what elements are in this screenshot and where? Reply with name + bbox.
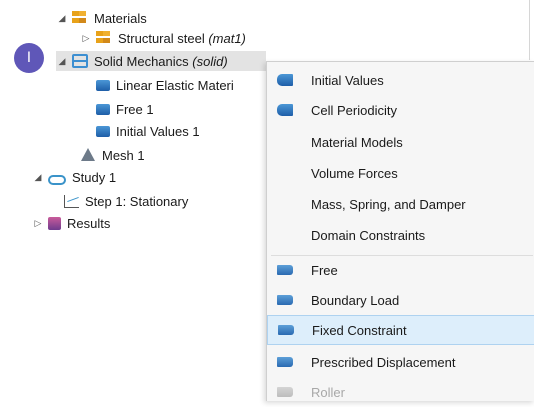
menu-item-domain-constraints[interactable]: Domain Constraints	[267, 220, 534, 250]
boundary-feature-icon	[277, 295, 293, 305]
collapse-arrow-icon[interactable]: ◢	[56, 13, 68, 24]
menu-item-initial-values[interactable]: Initial Values	[267, 65, 534, 95]
tree-node-label: Linear Elastic Materi	[116, 77, 234, 93]
materials-icon	[72, 11, 88, 25]
tree-node-results[interactable]: ▷ Results	[32, 213, 111, 233]
tree-node-linear-elastic[interactable]: Linear Elastic Materi	[96, 75, 234, 95]
menu-item-label: Prescribed Displacement	[311, 354, 456, 370]
menu-item-volume-forces[interactable]: Volume Forces	[267, 158, 534, 188]
collapse-arrow-icon[interactable]: ◢	[56, 56, 68, 67]
panel-divider	[529, 0, 530, 60]
menu-item-label: Domain Constraints	[311, 227, 426, 243]
tree-node-mesh[interactable]: Mesh 1	[80, 145, 145, 165]
tree-node-free[interactable]: Free 1	[96, 99, 154, 119]
menu-item-label: Material Models	[311, 134, 403, 150]
boundary-feature-icon	[277, 265, 293, 275]
collapse-arrow-icon[interactable]: ◢	[32, 172, 44, 183]
menu-item-label: Boundary Load	[311, 292, 400, 308]
tree-node-initial-values[interactable]: Initial Values 1	[96, 121, 200, 141]
expand-arrow-icon[interactable]: ▷	[80, 33, 92, 44]
tree-node-solid-mechanics[interactable]: ◢ Solid Mechanics (solid)	[56, 51, 266, 71]
physics-feature-icon	[96, 103, 110, 115]
menu-item-prescribed-displacement[interactable]: Prescribed Displacement	[267, 347, 534, 377]
menu-item-label: Free	[311, 262, 338, 278]
menu-item-cell-periodicity[interactable]: Cell Periodicity	[267, 95, 534, 125]
domain-feature-icon	[277, 74, 293, 86]
step-marker-badge: I	[14, 43, 44, 73]
tree-node-label: Solid Mechanics	[94, 53, 189, 69]
menu-item-material-models[interactable]: Material Models	[267, 127, 534, 157]
physics-feature-icon	[96, 79, 110, 91]
tree-node-label: Initial Values 1	[116, 123, 200, 139]
menu-item-mass-spring-damper[interactable]: Mass, Spring, and Damper	[267, 189, 534, 219]
menu-item-label: Roller	[311, 384, 345, 400]
material-icon	[96, 31, 112, 45]
context-menu: Initial Values Cell Periodicity Material…	[266, 61, 534, 401]
boundary-feature-icon	[277, 357, 293, 367]
menu-item-free[interactable]: Free	[267, 255, 534, 285]
boundary-feature-icon	[278, 325, 294, 335]
menu-item-label: Fixed Constraint	[312, 322, 407, 338]
results-icon	[48, 216, 61, 230]
menu-item-fixed-constraint[interactable]: Fixed Constraint	[267, 315, 534, 345]
tree-node-structural-steel[interactable]: ▷ Structural steel (mat1)	[80, 28, 246, 48]
study-icon	[48, 175, 66, 185]
solid-mechanics-icon	[72, 54, 88, 68]
tree-node-label: Study 1	[72, 169, 117, 185]
mesh-icon	[80, 148, 96, 162]
tree-node-step[interactable]: Step 1: Stationary	[64, 191, 188, 211]
domain-feature-icon	[277, 104, 293, 116]
menu-item-boundary-load[interactable]: Boundary Load	[267, 285, 534, 315]
tree-node-label: Step 1: Stationary	[85, 193, 189, 209]
tree-node-label: Results	[67, 215, 111, 231]
tree-node-label: Free 1	[116, 101, 154, 117]
menu-item-label: Mass, Spring, and Damper	[311, 196, 466, 212]
tree-node-label: Mesh 1	[102, 147, 145, 163]
tree-node-tag: (solid)	[192, 53, 228, 69]
expand-arrow-icon[interactable]: ▷	[32, 218, 44, 229]
boundary-feature-icon	[277, 387, 293, 397]
tree-node-tag: (mat1)	[208, 30, 246, 46]
tree-node-label: Structural steel	[118, 30, 205, 46]
tree-node-materials[interactable]: ◢ Materials	[56, 8, 147, 28]
physics-feature-icon	[96, 125, 110, 137]
tree-node-study[interactable]: ◢ Study 1	[32, 167, 116, 187]
menu-item-label: Cell Periodicity	[311, 102, 397, 118]
tree-node-label: Materials	[94, 10, 147, 26]
menu-item-roller: Roller	[267, 377, 534, 407]
menu-item-label: Initial Values	[311, 72, 384, 88]
menu-item-label: Volume Forces	[311, 165, 398, 181]
study-step-icon	[64, 194, 79, 208]
